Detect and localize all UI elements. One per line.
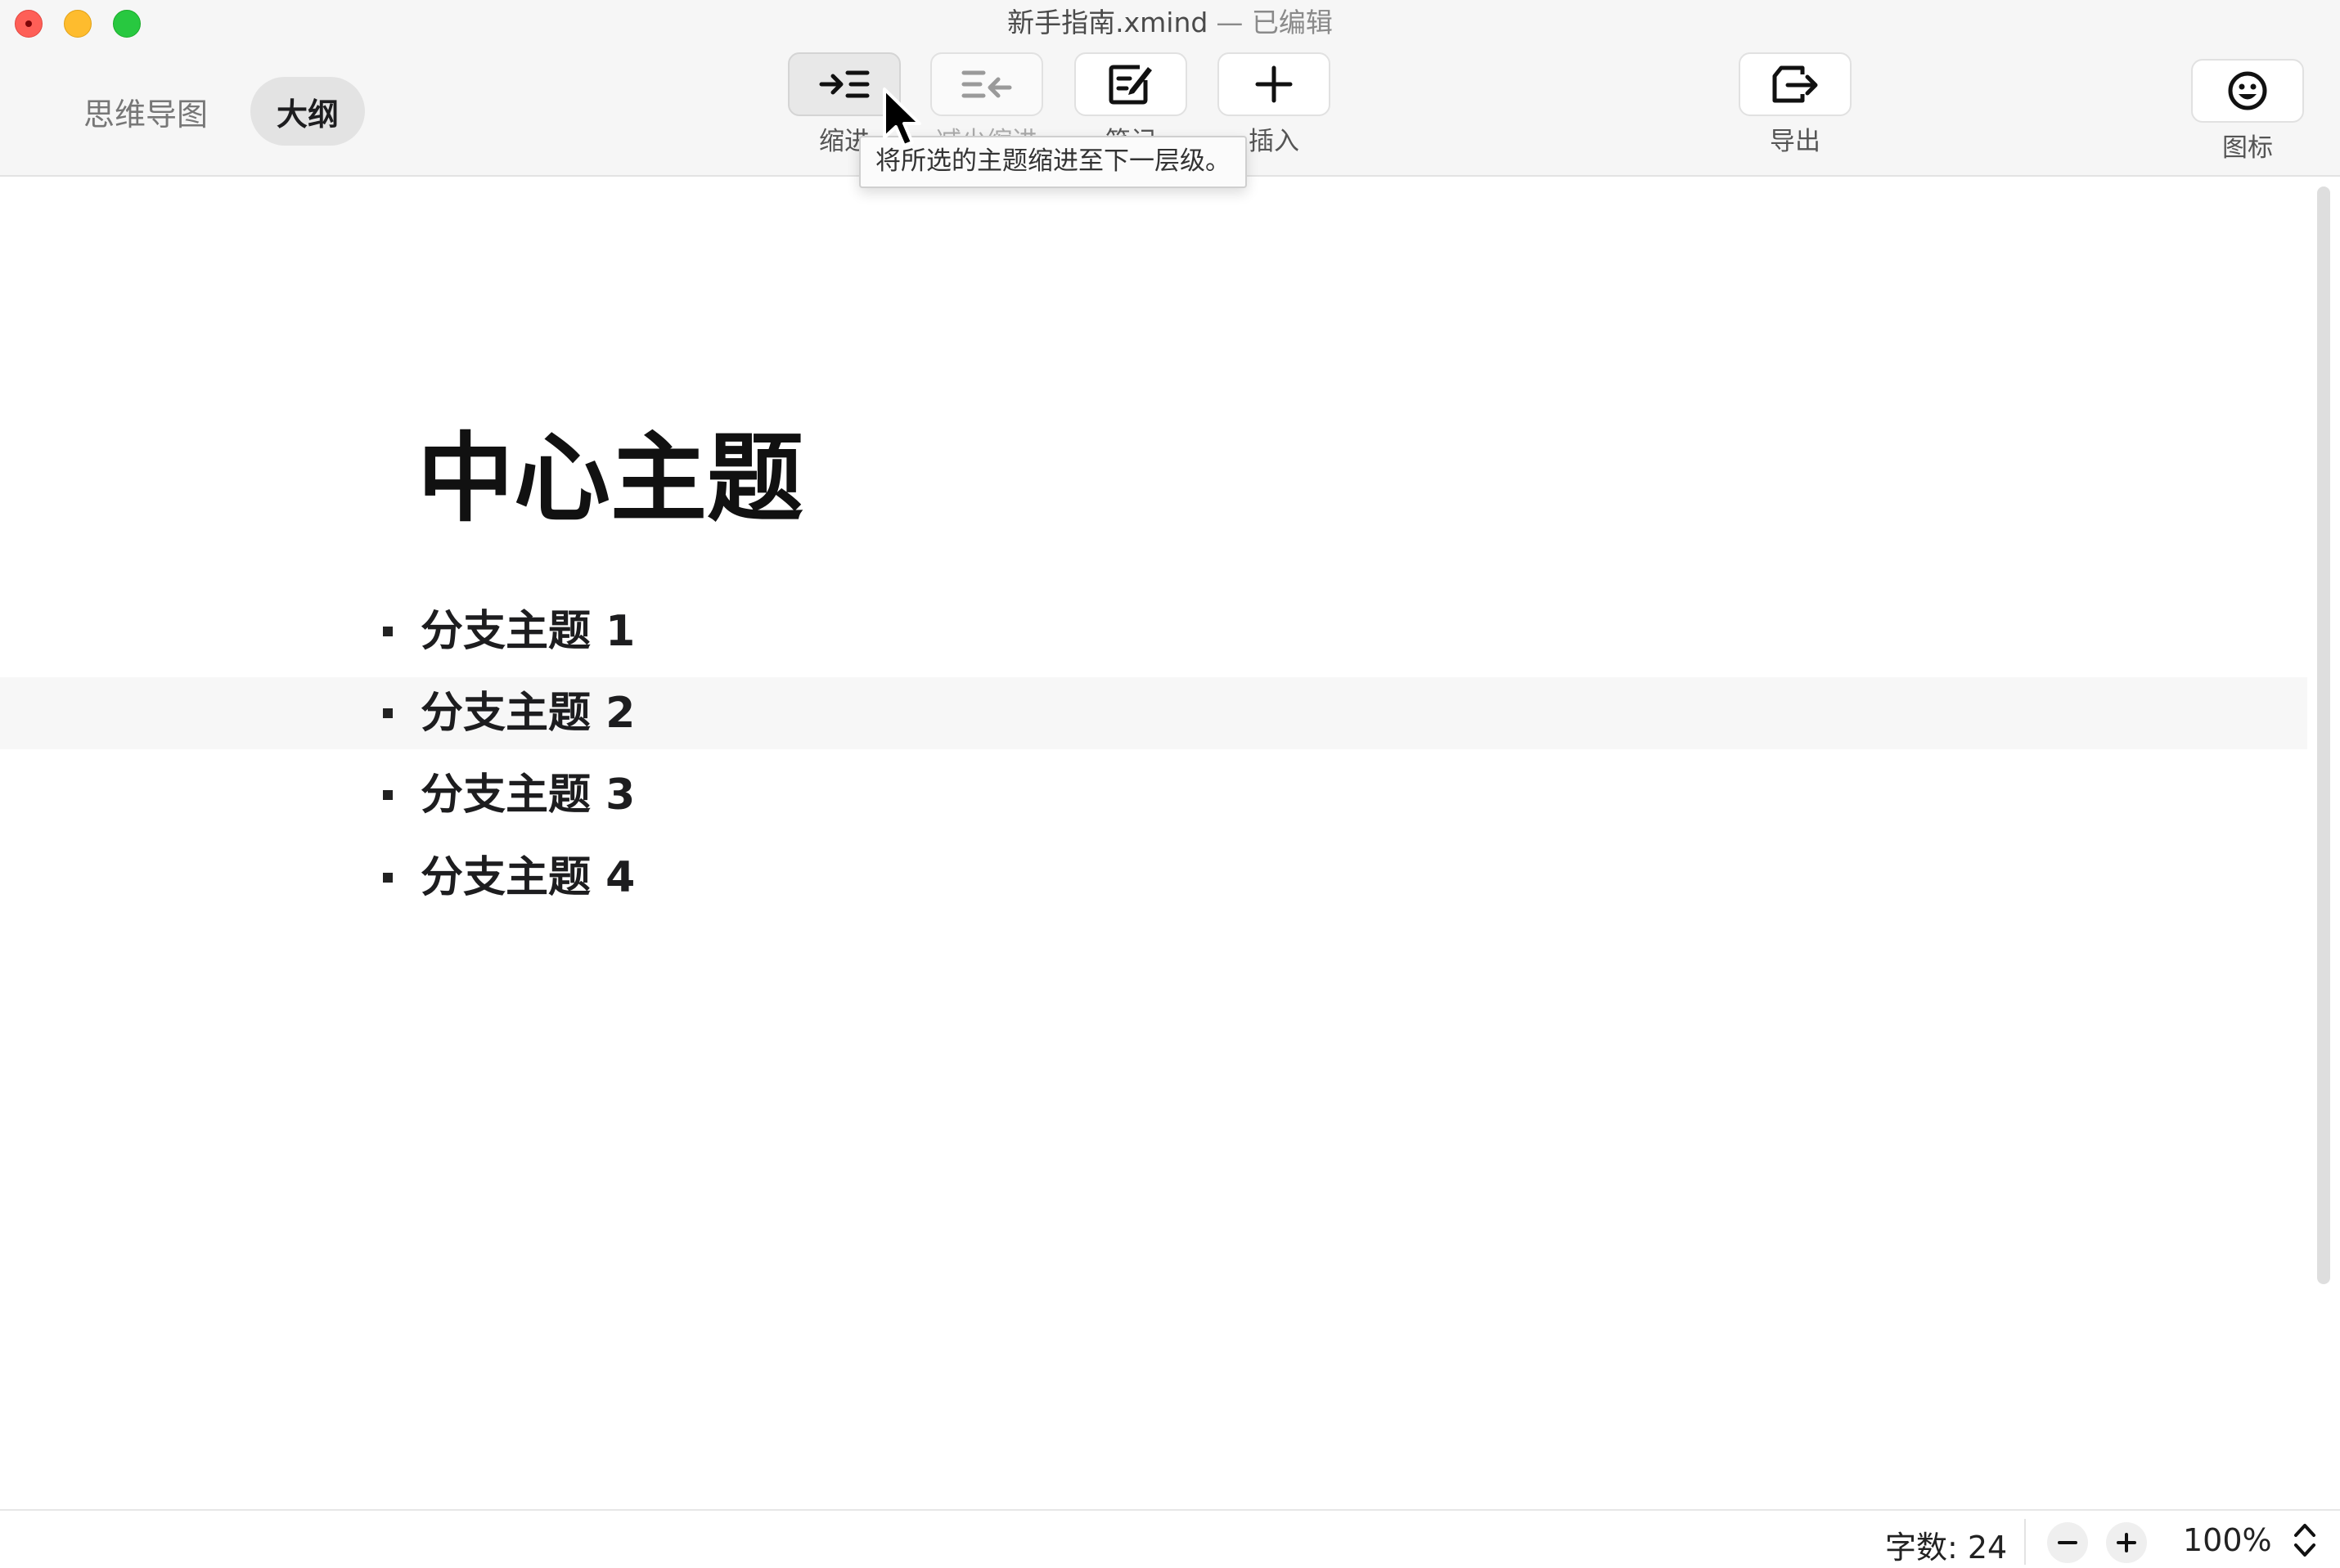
outline-row-branch-4[interactable]: 分支主题 4 [0,842,2307,914]
outdent-button[interactable] [930,52,1043,116]
mouse-pointer-icon [883,88,921,147]
indent-icon [819,70,870,98]
document-name: 新手指南.xmind [1007,7,1208,38]
minus-icon [2058,1541,2077,1544]
central-topic[interactable]: 中心主题 [417,417,803,540]
tab-outline[interactable]: 大纲 [250,77,366,146]
outdent-icon [961,70,1012,98]
zoom-level[interactable]: 100% [2183,1522,2272,1558]
outline-row-branch-3[interactable]: 分支主题 3 [0,759,2307,831]
export-icon [1772,65,1818,103]
icons-tool: 图标 [2190,59,2305,164]
export-label: 导出 [1770,127,1820,156]
vertical-scrollbar[interactable] [2317,186,2330,1284]
zoom-in-button[interactable] [2106,1522,2147,1563]
branch-topic-label[interactable]: 分支主题 2 [421,677,635,749]
status-bar: 字数: 24 100% [0,1509,2340,1568]
bullet-icon [383,627,393,636]
bullet-icon [383,790,393,800]
branch-topic-label[interactable]: 分支主题 3 [421,759,635,831]
outline-row-branch-1[interactable]: 分支主题 1 [0,595,2307,667]
branch-topic-label[interactable]: 分支主题 4 [421,842,635,914]
view-switcher: 思维导图 大纲 [57,77,366,146]
plus-icon [2117,1533,2136,1552]
zoom-stepper-icon[interactable] [2291,1519,2319,1561]
icons-button[interactable] [2191,59,2304,123]
note-edit-icon [1109,65,1152,105]
word-count: 字数: 24 [1885,1530,2008,1566]
branch-topic-label[interactable]: 分支主题 1 [421,595,635,667]
status-divider [2024,1519,2026,1565]
icons-label: 图标 [2222,133,2273,163]
export-button[interactable] [1739,52,1852,116]
outline-row-branch-2[interactable]: 分支主题 2 [0,677,2307,749]
note-button[interactable] [1074,52,1187,116]
bullet-icon [383,708,393,718]
tab-mind-map[interactable]: 思维导图 [57,77,234,146]
plus-icon [1255,65,1293,103]
edited-status: — 已编辑 [1216,7,1333,38]
insert-button[interactable] [1217,52,1330,116]
smiley-icon [2228,71,2267,110]
export-tool: 导出 [1738,52,1852,157]
zoom-out-button[interactable] [2047,1522,2088,1563]
window-title: 新手指南.xmind — 已编辑 [0,5,2340,41]
bullet-icon [383,873,393,883]
